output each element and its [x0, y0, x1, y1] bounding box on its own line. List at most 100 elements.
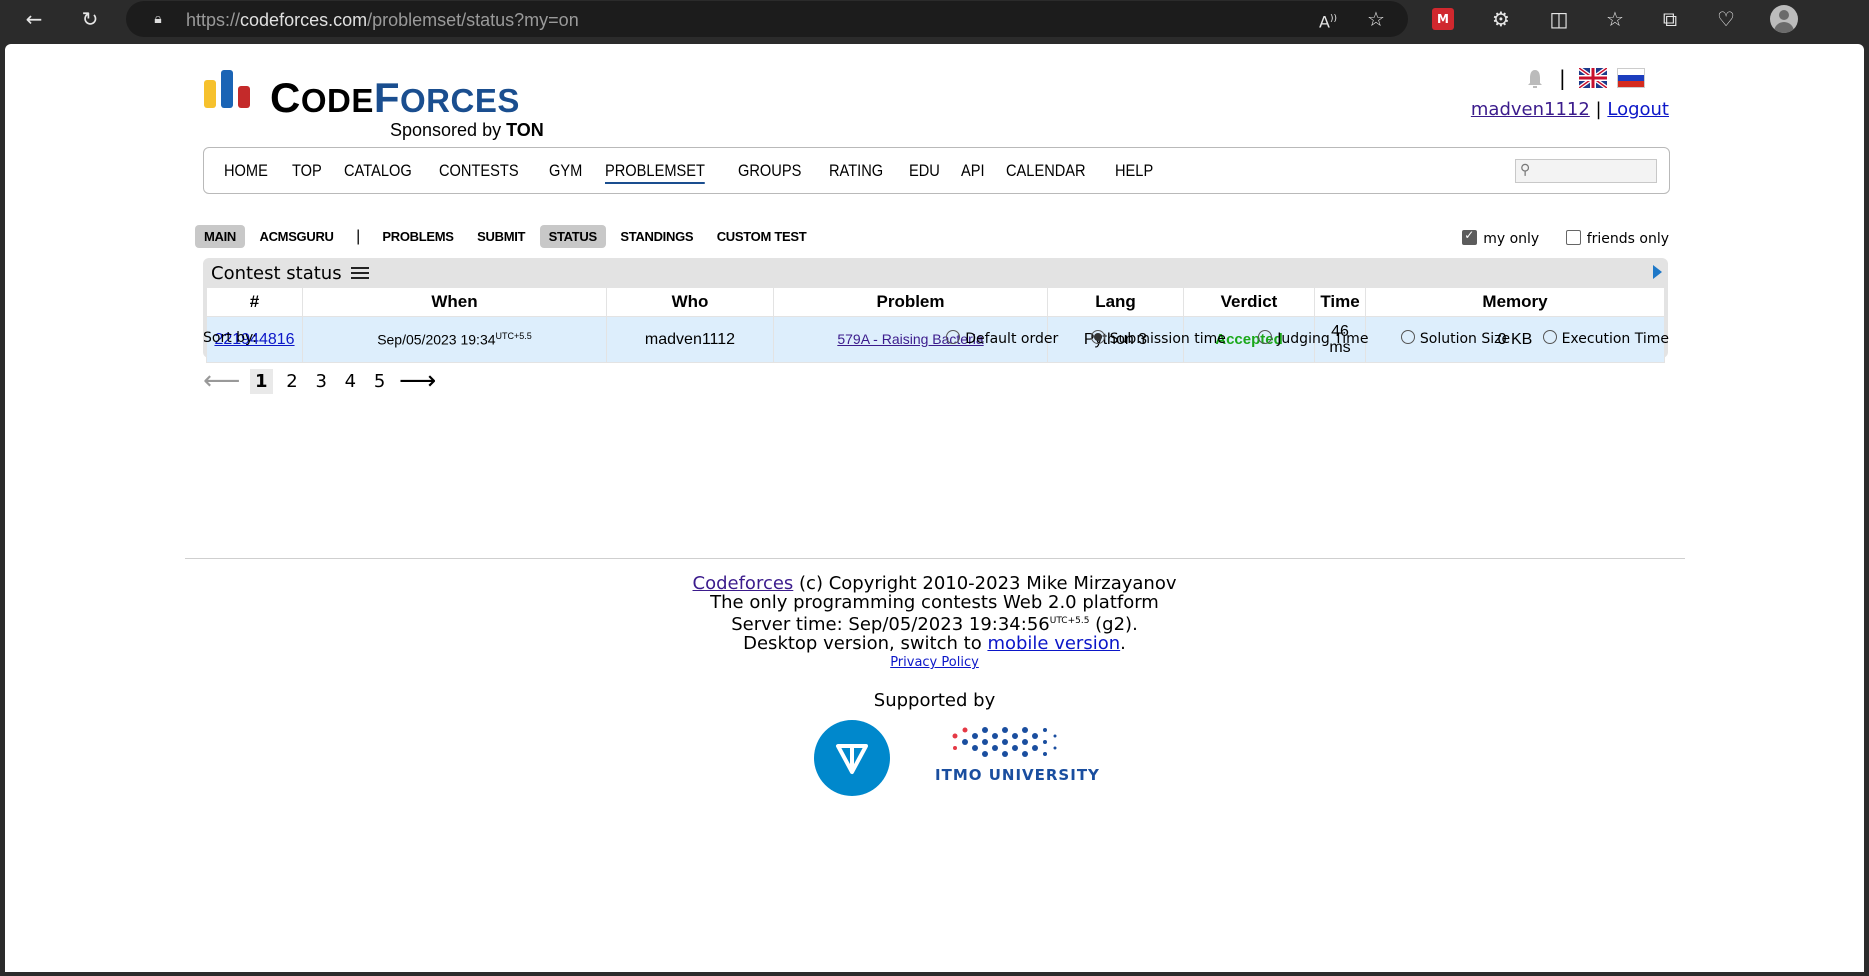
english-flag-icon[interactable] — [1579, 68, 1607, 88]
who-handle[interactable]: madven1112 — [645, 331, 735, 348]
favorite-star-icon[interactable]: ☆ — [1362, 5, 1390, 33]
who-cell: madven1112 — [606, 316, 774, 363]
back-icon[interactable]: ← — [20, 5, 48, 33]
tab-acmsguru[interactable]: ACMSGURU — [250, 225, 342, 248]
sort-default-label: Default order — [965, 331, 1059, 347]
supported-by-text: Supported by — [873, 690, 996, 711]
pagination: ⟵ 1 2 3 4 5 ⟶ — [203, 366, 440, 396]
contest-status-title: Contest status — [211, 263, 370, 284]
mobile-version-link[interactable]: mobile version — [987, 633, 1120, 654]
menu-item-top[interactable]: TOP — [292, 161, 322, 181]
tab-submit[interactable]: SUBMIT — [468, 225, 534, 248]
browser-toolbar: ← ↻ 🔒︎ https://codeforces.com/problemset… — [0, 0, 1869, 38]
status-filters: my only friends only — [1440, 228, 1669, 247]
menu-item-calendar[interactable]: CALENDAR — [1006, 161, 1086, 181]
page-2[interactable]: 2 — [282, 369, 301, 394]
col-memory: Memory — [1365, 287, 1665, 317]
menu-item-groups[interactable]: GROUPS — [738, 161, 801, 181]
sort-solution-size-label: Solution Size — [1419, 331, 1511, 347]
russian-flag-icon[interactable] — [1617, 68, 1645, 88]
logo-wordmark: CODEFORCES — [270, 74, 520, 121]
read-aloud-icon[interactable]: A)) — [1314, 5, 1342, 33]
page-4[interactable]: 4 — [341, 369, 360, 394]
codeforces-link[interactable]: Codeforces — [693, 573, 794, 594]
sort-execution-time-label: Execution Time — [1561, 331, 1669, 347]
sort-by-label: Sort by: — [203, 330, 258, 346]
username-link[interactable]: madven1112 — [1471, 99, 1590, 120]
browser-essentials-icon[interactable]: ♡ — [1712, 5, 1740, 33]
arrow-right-icon[interactable] — [1653, 265, 1662, 279]
menu-item-problemset[interactable]: PROBLEMSET — [604, 161, 705, 184]
footer-divider — [185, 558, 1685, 559]
tab-status[interactable]: STATUS — [539, 225, 606, 248]
menu-item-home[interactable]: HOME — [224, 161, 268, 181]
collections-icon[interactable]: ⧉ — [1656, 5, 1684, 33]
sort-solution-size-radio[interactable] — [1400, 330, 1415, 344]
split-screen-icon[interactable]: ◫ — [1545, 5, 1573, 33]
sort-submission-time-radio[interactable] — [1090, 330, 1105, 344]
user-area: | madven1112 | Logout — [1449, 64, 1669, 144]
footer-desktop-version: Desktop version, switch to mobile versio… — [743, 633, 1126, 654]
footer-privacy: Privacy Policy — [5, 653, 1864, 672]
url-text[interactable]: https://codeforces.com/problemset/status… — [186, 10, 579, 31]
my-only-checkbox[interactable] — [1462, 228, 1478, 245]
search-icon: ⚲ — [1520, 162, 1531, 178]
prev-page-arrow-icon: ⟵ — [203, 366, 241, 396]
refresh-icon[interactable]: ↻ — [76, 5, 104, 33]
second-level-menu: MAIN ACMSGURU | PROBLEMS SUBMIT STATUS S… — [195, 225, 816, 248]
col-verdict: Verdict — [1183, 287, 1315, 317]
notification-bell-icon[interactable] — [1526, 69, 1544, 89]
tab-main[interactable]: MAIN — [195, 225, 246, 248]
menu-item-help[interactable]: HELP — [1115, 161, 1153, 181]
profile-avatar[interactable] — [1770, 5, 1798, 33]
favorites-icon[interactable]: ☆ — [1601, 5, 1629, 33]
table-header-row: # When Who Problem Lang Verdict Time Mem… — [206, 287, 1665, 317]
menu-item-catalog[interactable]: CATALOG — [344, 161, 412, 181]
next-page-arrow-icon[interactable]: ⟶ — [399, 366, 436, 396]
sort-options: Default order Submission time Judging Ti… — [918, 330, 1669, 347]
ton-logo-icon[interactable] — [814, 720, 890, 796]
mcafee-extension-icon[interactable]: M — [1432, 8, 1454, 30]
menu-item-rating[interactable]: RATING — [829, 161, 883, 181]
footer-tagline: The only programming contests Web 2.0 pl… — [710, 592, 1159, 613]
col-id: # — [206, 287, 303, 317]
page-5[interactable]: 5 — [370, 369, 389, 394]
sponsored-by-text: Sponsored by TON — [390, 120, 544, 140]
lock-icon[interactable]: 🔒︎ — [148, 9, 168, 29]
col-problem: Problem — [773, 287, 1048, 317]
sort-execution-time-radio[interactable] — [1542, 330, 1557, 344]
sort-judging-time-radio[interactable] — [1258, 330, 1273, 344]
separator: | — [1559, 66, 1566, 90]
footer: Codeforces (c) Copyright 2010-2023 Mike … — [5, 574, 1864, 672]
sort-submission-time-label: Submission time — [1109, 331, 1226, 347]
separator: | — [1595, 99, 1602, 120]
user-links: madven1112 | Logout — [1471, 99, 1669, 120]
tab-standings[interactable]: STANDINGS — [611, 225, 702, 248]
menu-item-api[interactable]: API — [961, 161, 985, 181]
itmo-logo[interactable]: ITMO UNIVERSITY — [925, 720, 1099, 790]
menu-item-contests[interactable]: CONTESTS — [439, 161, 519, 181]
menu-items: HOME TOP CATALOG CONTESTS GYM PROBLEMSET GROUP… — [224, 161, 1177, 184]
col-time: Time — [1314, 287, 1366, 317]
extensions-icon[interactable]: ⚙ — [1487, 5, 1515, 33]
itmo-dots-icon — [952, 727, 1057, 757]
menu-item-gym[interactable]: GYM — [549, 161, 582, 181]
sort-default-radio[interactable] — [946, 330, 961, 344]
tab-problems[interactable]: PROBLEMS — [373, 225, 462, 248]
footer-copyright: Codeforces (c) Copyright 2010-2023 Mike … — [692, 573, 1177, 594]
address-bar[interactable]: 🔒︎ https://codeforces.com/problemset/sta… — [126, 1, 1408, 37]
web-page: CODEFORCES Sponsored by TON | madven1112 — [5, 44, 1864, 972]
menu-separator: | — [356, 228, 360, 245]
page-1: 1 — [250, 368, 273, 394]
codeforces-logo[interactable]: CODEFORCES Sponsored by TON — [204, 70, 564, 140]
tab-custom-test[interactable]: CUSTOM TEST — [708, 225, 816, 248]
logout-link[interactable]: Logout — [1607, 99, 1669, 120]
page-3[interactable]: 3 — [311, 369, 330, 394]
sort-judging-time-label: Judging Time — [1277, 331, 1369, 347]
menu-item-edu[interactable]: EDU — [909, 161, 940, 181]
search-input[interactable]: ⚲ — [1515, 159, 1657, 183]
itmo-university-text: ITMO UNIVERSITY — [935, 766, 1100, 784]
privacy-policy-link[interactable]: Privacy Policy — [890, 655, 979, 670]
friends-only-checkbox[interactable] — [1565, 230, 1581, 245]
col-when: When — [302, 287, 607, 317]
